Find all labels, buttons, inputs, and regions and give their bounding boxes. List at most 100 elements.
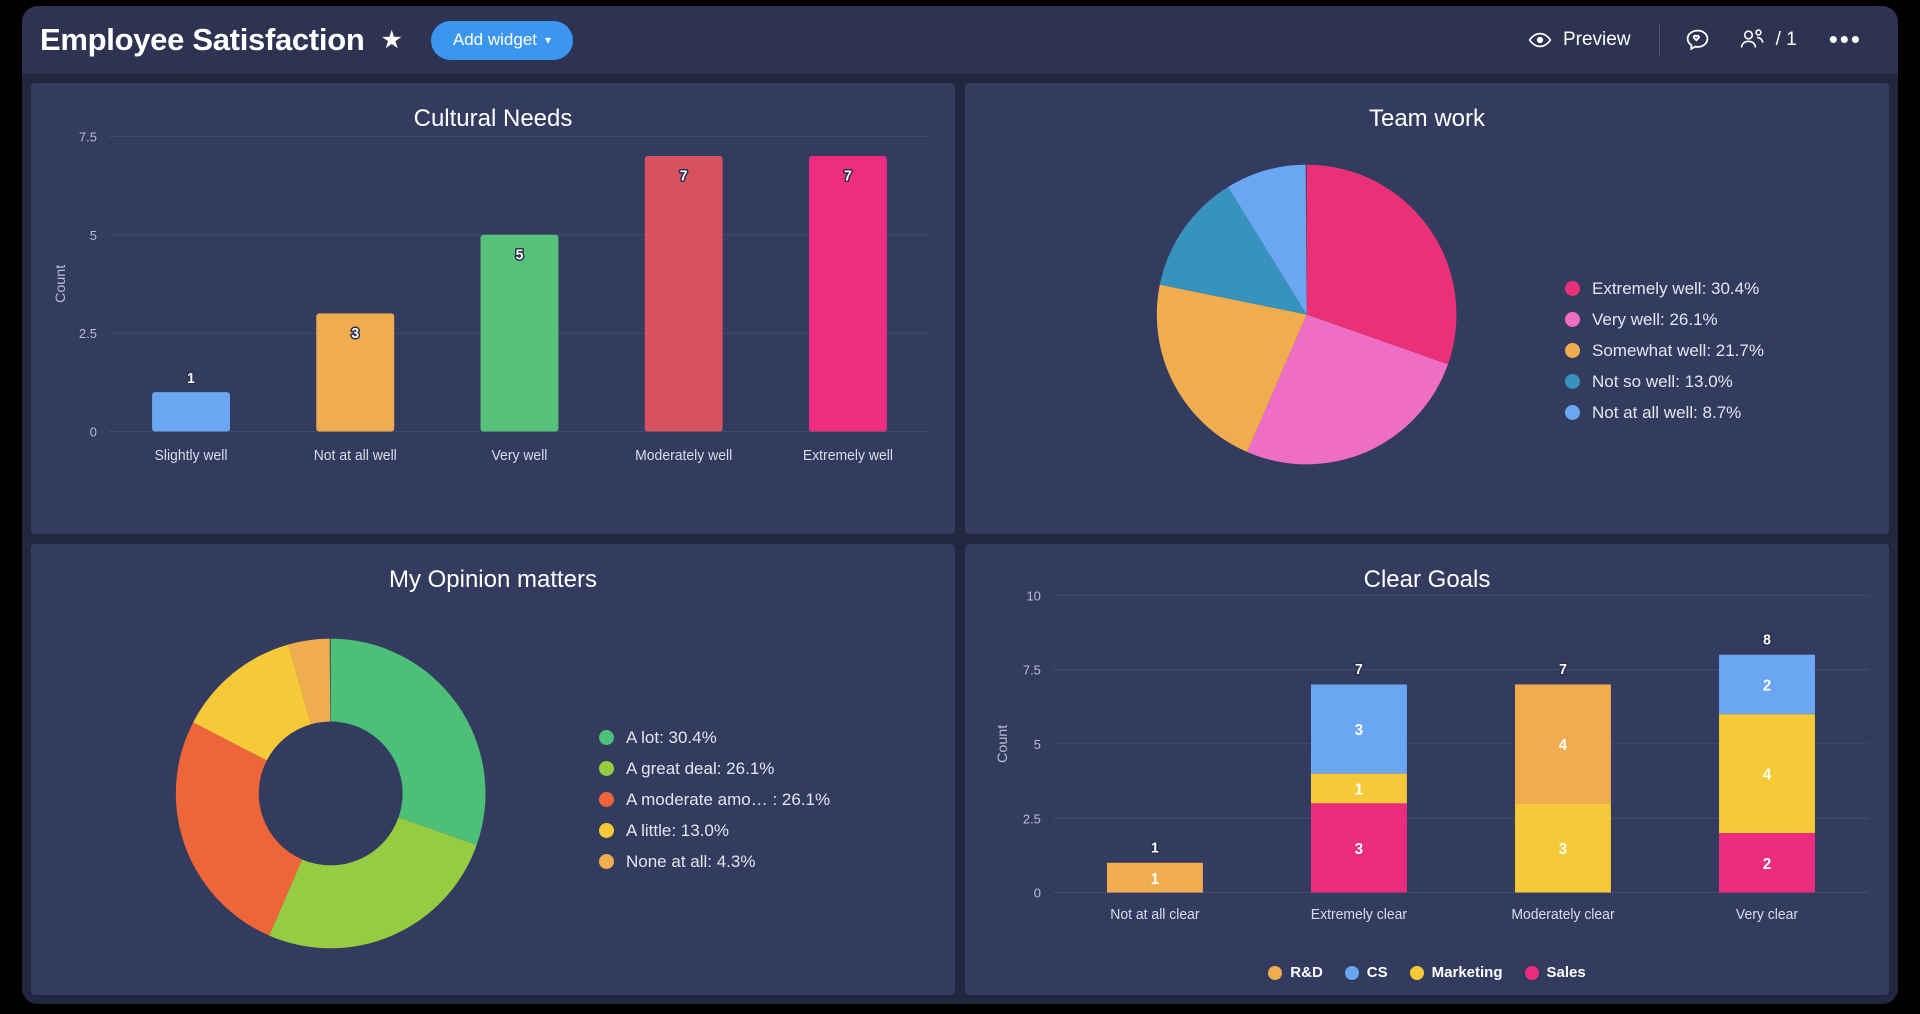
legend-label: Marketing — [1432, 964, 1503, 981]
legend-color-dot — [599, 730, 614, 745]
legend-item[interactable]: A moderate amo… : 26.1% — [599, 784, 830, 815]
segment-value-label: 3 — [1355, 722, 1363, 739]
legend-item[interactable]: Sales — [1525, 964, 1586, 981]
legend-label: Not at all well: 8.7% — [1592, 403, 1741, 423]
star-icon[interactable]: ★ — [380, 28, 402, 53]
y-axis-tick: 7.5 — [1023, 663, 1041, 678]
legend-item[interactable]: None at all: 4.3% — [599, 846, 830, 877]
people-icon — [1739, 27, 1769, 53]
y-axis-tick: 2.5 — [1023, 811, 1041, 826]
legend-color-dot — [1565, 374, 1580, 389]
legend-color-dot — [599, 792, 614, 807]
legend-color-dot — [1565, 343, 1580, 358]
legend-color-dot — [1268, 966, 1282, 980]
widget-clear-goals[interactable]: Clear Goals 02.557.510Count11Not at all … — [965, 544, 1889, 995]
bar-value-label: 7 — [680, 168, 688, 184]
bar-total-label: 7 — [1559, 662, 1567, 678]
legend-label: Extremely well: 30.4% — [1592, 279, 1759, 299]
x-axis-category-label: Moderately clear — [1511, 907, 1615, 923]
legend-clear-goals: R&D CS Marketing Sales — [965, 964, 1889, 981]
legend-item[interactable]: R&D — [1268, 964, 1323, 981]
x-axis-category-label: Not at all clear — [1110, 907, 1200, 923]
chevron-down-icon: ▾ — [545, 33, 551, 47]
segment-value-label: 4 — [1559, 737, 1568, 754]
collaborator-count: / 1 — [1776, 29, 1797, 51]
legend-label: A lot: 30.4% — [626, 728, 717, 748]
chart-clear-goals: 02.557.510Count11Not at all clear3137Ext… — [965, 544, 1889, 995]
legend-label: A moderate amo… : 26.1% — [626, 790, 830, 810]
preview-button[interactable]: Preview — [1510, 28, 1649, 52]
y-axis-title: Count — [53, 265, 69, 303]
legend-item[interactable]: Very well: 26.1% — [1565, 304, 1764, 335]
x-axis-category-label: Very clear — [1736, 907, 1798, 923]
y-axis-tick: 0 — [90, 424, 97, 439]
legend-item[interactable]: CS — [1345, 964, 1388, 981]
x-axis-category-label: Slightly well — [155, 448, 228, 464]
bar[interactable] — [481, 235, 559, 432]
legend-item[interactable]: Somewhat well: 21.7% — [1565, 335, 1764, 366]
bar[interactable] — [809, 156, 887, 432]
legend-color-dot — [1410, 966, 1424, 980]
legend-label: A little: 13.0% — [626, 821, 729, 841]
legend-color-dot — [1525, 966, 1539, 980]
legend-item[interactable]: A lot: 30.4% — [599, 722, 830, 753]
bar-value-label: 7 — [844, 168, 852, 184]
legend-item[interactable]: Not so well: 13.0% — [1565, 366, 1764, 397]
y-axis-tick: 0 — [1034, 885, 1041, 900]
dashboard-window: Employee Satisfaction ★ Add widget ▾ Pre… — [22, 6, 1898, 1004]
x-axis-category-label: Moderately well — [635, 448, 732, 464]
x-axis-category-label: Not at all well — [314, 448, 397, 464]
widget-my-opinion-matters[interactable]: My Opinion matters A lot: 30.4%A great d… — [31, 544, 955, 995]
y-axis-tick: 2.5 — [79, 326, 97, 341]
y-axis-tick: 5 — [90, 228, 97, 243]
chart-cultural-needs: 02.557.5Count1Slightly well3Not at all w… — [31, 83, 955, 534]
legend-label: Very well: 26.1% — [1592, 310, 1718, 330]
legend-label: Not so well: 13.0% — [1592, 372, 1733, 392]
widget-cultural-needs[interactable]: Cultural Needs 02.557.5Count1Slightly we… — [31, 83, 955, 534]
header-actions: Preview — [1510, 23, 1874, 57]
legend-label: None at all: 4.3% — [626, 852, 755, 872]
preview-label: Preview — [1563, 29, 1631, 51]
collaborators-button[interactable]: / 1 — [1725, 27, 1811, 53]
add-widget-button[interactable]: Add widget ▾ — [431, 21, 573, 60]
y-axis-tick: 5 — [1034, 737, 1041, 752]
dashboard-header: Employee Satisfaction ★ Add widget ▾ Pre… — [22, 6, 1898, 74]
legend-team-work: Extremely well: 30.4% Very well: 26.1% Som… — [1565, 273, 1764, 428]
pie-slice[interactable] — [331, 639, 486, 845]
pie-slice[interactable] — [269, 817, 476, 948]
comment-bubble-button[interactable] — [1670, 27, 1725, 54]
legend-color-dot — [599, 761, 614, 776]
bar-value-label: 3 — [351, 326, 359, 342]
y-axis-title: Count — [995, 725, 1011, 763]
bar[interactable] — [645, 156, 723, 432]
eye-icon — [1528, 28, 1552, 52]
legend-item[interactable]: Not at all well: 8.7% — [1565, 397, 1764, 428]
bar-total-label: 1 — [1151, 840, 1159, 856]
x-axis-category-label: Extremely well — [803, 448, 893, 464]
segment-value-label: 3 — [1559, 841, 1567, 858]
legend-color-dot — [1565, 312, 1580, 327]
legend-label: A great deal: 26.1% — [626, 759, 774, 779]
bar-total-label: 7 — [1355, 662, 1363, 678]
segment-value-label: 2 — [1763, 677, 1771, 694]
bar[interactable] — [152, 392, 230, 431]
legend-item[interactable]: Extremely well: 30.4% — [1565, 273, 1764, 304]
y-axis-tick: 10 — [1026, 588, 1040, 603]
segment-value-label: 3 — [1355, 841, 1363, 858]
legend-item[interactable]: A little: 13.0% — [599, 815, 830, 846]
legend-color-dot — [1565, 405, 1580, 420]
legend-label: Sales — [1547, 964, 1586, 981]
more-options-button[interactable]: ••• — [1811, 32, 1874, 48]
add-widget-label: Add widget — [453, 30, 537, 50]
comment-bubble-icon — [1684, 27, 1711, 54]
x-axis-category-label: Very well — [492, 448, 548, 464]
segment-value-label: 1 — [1355, 781, 1364, 798]
widget-team-work[interactable]: Team work Extremely well: 30.4%Very well… — [965, 83, 1889, 534]
legend-color-dot — [1345, 966, 1359, 980]
legend-color-dot — [599, 854, 614, 869]
legend-label: CS — [1367, 964, 1388, 981]
segment-value-label: 2 — [1763, 856, 1771, 873]
legend-item[interactable]: A great deal: 26.1% — [599, 753, 830, 784]
legend-item[interactable]: Marketing — [1410, 964, 1503, 981]
legend-color-dot — [599, 823, 614, 838]
